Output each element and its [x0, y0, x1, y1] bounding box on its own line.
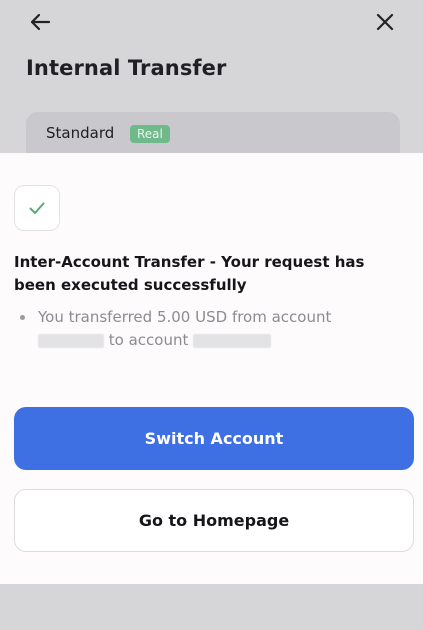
- success-status-box: [14, 185, 60, 231]
- screen: Internal Transfer Standard Real Inter-Ac…: [0, 0, 423, 630]
- result-detail-item: You transferred 5.00 USD from account to…: [38, 306, 378, 352]
- page-title: Internal Transfer: [26, 56, 227, 80]
- detail-middle: to account: [108, 331, 189, 349]
- check-icon: [29, 202, 45, 214]
- redacted-source-account: [38, 333, 104, 348]
- back-button[interactable]: [26, 8, 54, 36]
- arrow-left-icon: [30, 13, 51, 31]
- account-real-badge: Real: [130, 125, 170, 143]
- redacted-destination-account: [193, 333, 272, 348]
- switch-account-button[interactable]: Switch Account: [14, 407, 414, 470]
- top-bar: [0, 0, 423, 44]
- account-type-label: Standard: [46, 124, 115, 142]
- go-to-homepage-button[interactable]: Go to Homepage: [14, 489, 414, 552]
- bullet-icon: [20, 315, 25, 320]
- detail-prefix: You transferred 5.00 USD from account: [38, 308, 332, 326]
- result-title: Inter-Account Transfer - Your request ha…: [14, 253, 365, 294]
- result-panel: Inter-Account Transfer - Your request ha…: [0, 153, 423, 584]
- close-button[interactable]: [371, 8, 399, 36]
- close-icon: [376, 13, 394, 31]
